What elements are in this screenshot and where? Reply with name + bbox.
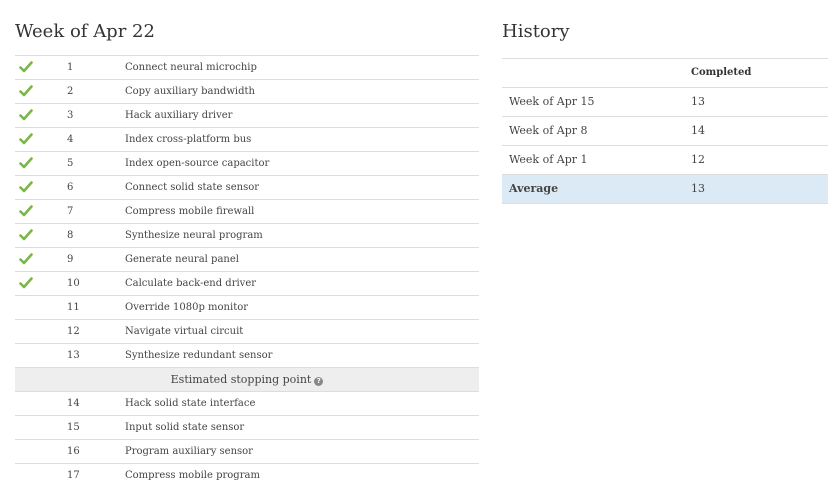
task-number: 17 — [67, 470, 80, 481]
history-table: Completed Week of Apr 15 13 Week of Apr 8 1… — [502, 58, 828, 204]
task-row: 16 Program auxiliary sensor — [15, 440, 479, 464]
history-completed-value: 12 — [691, 153, 705, 166]
task-row: 8 Synthesize neural program — [15, 224, 479, 248]
task-name: Connect neural microchip — [125, 62, 257, 73]
history-panel: History Completed Week of Apr 15 13 Week o… — [502, 20, 828, 204]
task-name: Generate neural panel — [125, 254, 239, 265]
history-header-row: Completed — [502, 59, 828, 88]
checkmark-icon — [19, 104, 35, 127]
task-row: 3 Hack auxiliary driver — [15, 104, 479, 128]
week-panel: Week of Apr 22 1 Connect neural microchip… — [15, 20, 479, 484]
checkmark-icon — [19, 128, 35, 151]
history-week-label: Week of Apr 1 — [509, 153, 588, 166]
task-number: 8 — [67, 230, 74, 241]
history-week-label: Week of Apr 15 — [509, 95, 595, 108]
history-row: Week of Apr 15 13 — [502, 88, 828, 117]
task-number: 3 — [67, 110, 74, 121]
task-number: 4 — [67, 134, 74, 145]
checkmark-placeholder — [19, 464, 35, 484]
history-title: History — [502, 21, 570, 42]
task-table: 1 Connect neural microchip 2 Copy auxiliary… — [15, 55, 479, 484]
checkmark-icon — [19, 224, 35, 247]
task-name: Hack auxiliary driver — [125, 110, 233, 121]
task-number: 10 — [67, 278, 80, 289]
checkmark-icon — [19, 80, 35, 103]
task-name: Override 1080p monitor — [125, 302, 249, 313]
task-number: 2 — [67, 86, 74, 97]
task-row: 13 Synthesize redundant sensor — [15, 344, 479, 368]
task-number: 5 — [67, 158, 74, 169]
history-week-label: Week of Apr 8 — [509, 124, 588, 137]
info-icon[interactable]: ? — [314, 377, 324, 386]
task-row: 10 Calculate back-end driver — [15, 272, 479, 296]
task-name: Compress mobile program — [125, 470, 260, 481]
task-name: Connect solid state sensor — [125, 182, 260, 193]
task-number: 9 — [67, 254, 74, 265]
checkmark-icon — [19, 56, 35, 79]
task-name: Navigate virtual circuit — [125, 326, 244, 337]
week-title: Week of Apr 22 — [15, 21, 155, 42]
task-row: 5 Index open-source capacitor — [15, 152, 479, 176]
task-row: 7 Compress mobile firewall — [15, 200, 479, 224]
task-number: 16 — [67, 446, 80, 457]
checkmark-icon — [19, 200, 35, 223]
checkmark-icon — [19, 176, 35, 199]
task-list-after-stop: 14 Hack solid state interface 15 Input soli… — [15, 392, 479, 484]
task-number: 15 — [67, 422, 80, 433]
task-name: Index open-source capacitor — [125, 158, 270, 169]
history-average-row: Average 13 — [502, 175, 828, 204]
task-number: 12 — [67, 326, 80, 337]
task-row: 14 Hack solid state interface — [15, 392, 479, 416]
task-name: Synthesize redundant sensor — [125, 350, 273, 361]
task-list-before-stop: 1 Connect neural microchip 2 Copy auxiliary… — [15, 56, 479, 368]
stopping-point-label: Estimated stopping point — [170, 373, 312, 386]
estimated-stopping-point-row: Estimated stopping point? — [15, 368, 479, 392]
task-number: 6 — [67, 182, 74, 193]
checkmark-placeholder — [19, 320, 35, 343]
task-name: Index cross-platform bus — [125, 134, 252, 145]
task-row: 1 Connect neural microchip — [15, 56, 479, 80]
task-name: Compress mobile firewall — [125, 206, 255, 217]
average-label: Average — [509, 182, 559, 195]
checkmark-placeholder — [19, 440, 35, 463]
task-row: 9 Generate neural panel — [15, 248, 479, 272]
task-name: Hack solid state interface — [125, 398, 256, 409]
history-header-completed: Completed — [691, 67, 752, 78]
task-name: Input solid state sensor — [125, 422, 245, 433]
checkmark-placeholder — [19, 344, 35, 367]
task-row: 4 Index cross-platform bus — [15, 128, 479, 152]
task-row: 11 Override 1080p monitor — [15, 296, 479, 320]
history-row: Week of Apr 8 14 — [502, 117, 828, 146]
checkmark-icon — [19, 248, 35, 271]
history-completed-value: 13 — [691, 95, 705, 108]
task-row: 12 Navigate virtual circuit — [15, 320, 479, 344]
history-row: Week of Apr 1 12 — [502, 146, 828, 175]
task-name: Program auxiliary sensor — [125, 446, 253, 457]
task-number: 14 — [67, 398, 80, 409]
checkmark-icon — [19, 152, 35, 175]
task-row: 6 Connect solid state sensor — [15, 176, 479, 200]
average-value: 13 — [691, 182, 705, 195]
checkmark-icon — [19, 272, 35, 295]
task-number: 11 — [67, 302, 80, 313]
checkmark-placeholder — [19, 416, 35, 439]
task-row: 15 Input solid state sensor — [15, 416, 479, 440]
history-rows: Week of Apr 15 13 Week of Apr 8 14 Week of A… — [502, 88, 828, 175]
task-name: Copy auxiliary bandwidth — [125, 86, 255, 97]
task-name: Synthesize neural program — [125, 230, 263, 241]
task-row: 17 Compress mobile program — [15, 464, 479, 484]
task-row: 2 Copy auxiliary bandwidth — [15, 80, 479, 104]
checkmark-placeholder — [19, 392, 35, 415]
task-number: 7 — [67, 206, 74, 217]
task-name: Calculate back-end driver — [125, 278, 257, 289]
history-completed-value: 14 — [691, 124, 705, 137]
task-number: 1 — [67, 62, 74, 73]
page: Week of Apr 22 1 Connect neural microchip… — [0, 0, 840, 484]
checkmark-placeholder — [19, 296, 35, 319]
task-number: 13 — [67, 350, 80, 361]
